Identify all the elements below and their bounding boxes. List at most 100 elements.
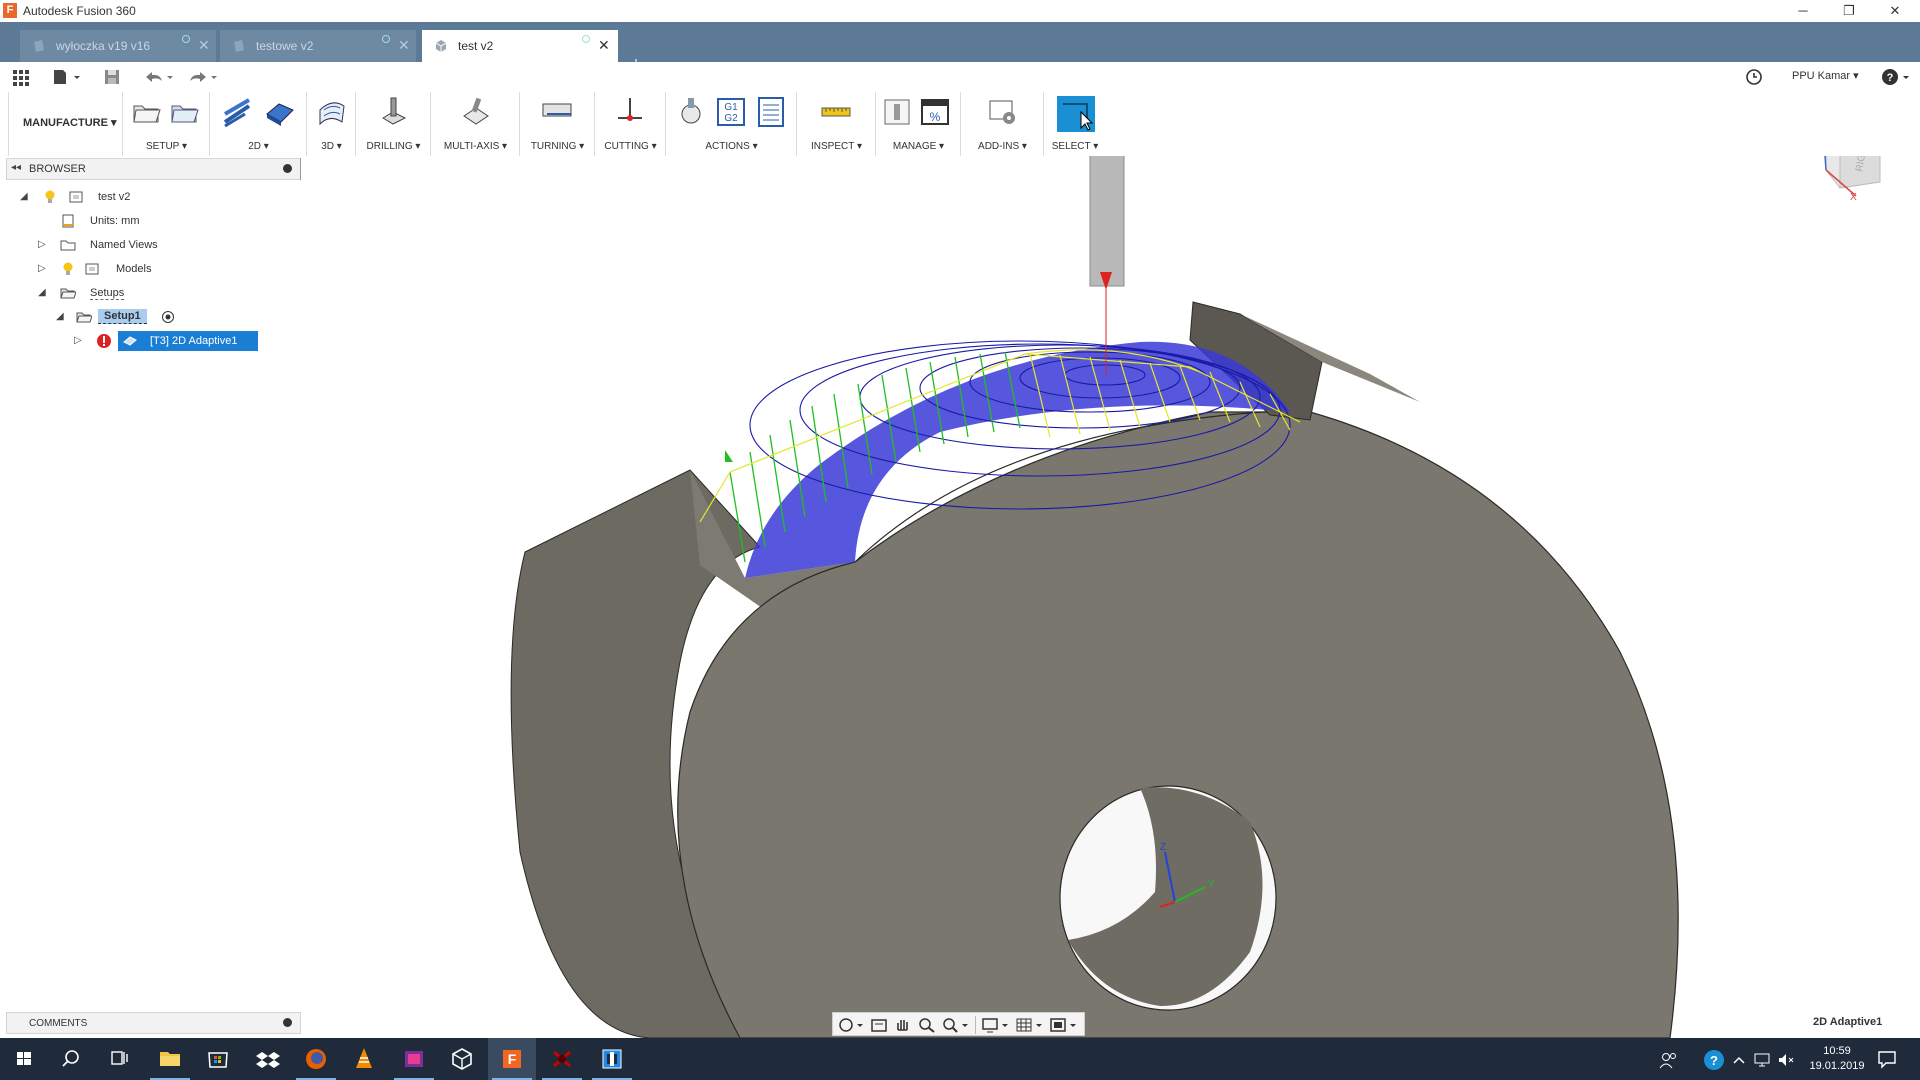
orbit-icon[interactable]: [837, 1016, 867, 1034]
lightbulb-icon[interactable]: [42, 189, 58, 205]
search-icon[interactable]: [48, 1038, 96, 1080]
user-account-menu[interactable]: PPU Kamar ▾: [1792, 69, 1859, 82]
expand-triangle-icon[interactable]: ▷: [74, 335, 82, 346]
redo-icon[interactable]: [186, 67, 220, 87]
workspace-label[interactable]: MANUFACTURE ▾: [23, 116, 117, 129]
collapse-triangle-icon[interactable]: ◢: [20, 191, 28, 202]
people-icon[interactable]: [1658, 1050, 1680, 1070]
tree-label[interactable]: Units: mm: [90, 215, 140, 227]
help-icon[interactable]: ?: [1880, 67, 1914, 87]
manage-group[interactable]: % MANAGE ▾: [877, 92, 961, 156]
scripts-addins-icon[interactable]: [987, 96, 1019, 128]
network-icon[interactable]: [1752, 1050, 1772, 1070]
activate-setup-icon[interactable]: [160, 309, 176, 325]
tree-label[interactable]: Setup1: [98, 309, 147, 324]
tree-label[interactable]: [T3] 2D Adaptive1: [150, 335, 237, 347]
drill-icon[interactable]: [377, 96, 409, 128]
2d-adaptive-icon[interactable]: [221, 96, 253, 128]
browser-options-icon[interactable]: [283, 164, 292, 173]
collapse-browser-icon[interactable]: ◂◂: [11, 162, 21, 173]
drilling-group-label[interactable]: DRILLING ▾: [357, 141, 430, 152]
turning-group-label[interactable]: TURNING ▾: [521, 141, 594, 152]
file-explorer-taskbar-button[interactable]: [146, 1038, 194, 1080]
setup-group-label[interactable]: SETUP ▾: [124, 141, 209, 152]
collapse-triangle-icon[interactable]: ◢: [38, 287, 46, 298]
tool-library-icon[interactable]: [881, 96, 913, 128]
action-center-icon[interactable]: [1876, 1049, 1898, 1069]
3d-group[interactable]: 3D ▾: [308, 92, 356, 156]
measure-icon[interactable]: [820, 96, 852, 128]
inspect-group-label[interactable]: INSPECT ▾: [798, 141, 875, 152]
firefox-taskbar-button[interactable]: [292, 1038, 340, 1080]
file-menu-icon[interactable]: [52, 67, 82, 87]
tree-models[interactable]: ▷ Models: [18, 259, 218, 279]
lightbulb-icon[interactable]: [60, 261, 76, 277]
task-view-icon[interactable]: [96, 1038, 144, 1080]
turning-group[interactable]: TURNING ▾: [521, 92, 595, 156]
display-settings-icon[interactable]: [981, 1016, 1011, 1034]
drilling-group[interactable]: DRILLING ▾: [357, 92, 431, 156]
virtualbox-icon[interactable]: [438, 1038, 486, 1080]
tree-setups[interactable]: ◢ Setups: [18, 283, 218, 303]
save-icon[interactable]: [102, 67, 122, 87]
cutting-group[interactable]: CUTTING ▾: [596, 92, 666, 156]
post-process-icon[interactable]: G1G2: [715, 96, 747, 128]
pan-hand-icon[interactable]: [893, 1016, 913, 1034]
expand-triangle-icon[interactable]: ▷: [38, 263, 46, 274]
select-group-label[interactable]: SELECT ▾: [1045, 141, 1105, 152]
tree-root[interactable]: ◢ test v2: [18, 187, 218, 207]
close-tab-icon[interactable]: ✕: [398, 37, 410, 54]
multi-axis-group-label[interactable]: MULTI-AXIS ▾: [432, 141, 519, 152]
browser-resize-handle[interactable]: [300, 158, 301, 180]
viewports-icon[interactable]: [1049, 1016, 1079, 1034]
tree-setup1[interactable]: ◢ Setup1: [18, 307, 218, 327]
undo-icon[interactable]: [142, 67, 176, 87]
expand-triangle-icon[interactable]: ▷: [38, 239, 46, 250]
zoom-icon[interactable]: [917, 1016, 937, 1034]
select-group[interactable]: SELECT ▾: [1045, 92, 1105, 156]
close-tab-icon[interactable]: ✕: [198, 37, 210, 54]
turning-icon[interactable]: [541, 96, 573, 128]
system-clock[interactable]: 10:59 19.01.2019: [1807, 1044, 1867, 1074]
fusion360-taskbar-button[interactable]: F: [488, 1038, 536, 1080]
close-window-button[interactable]: ✕: [1872, 0, 1918, 22]
add-comment-icon[interactable]: [283, 1018, 292, 1027]
stock-setup-icon[interactable]: [168, 96, 200, 128]
close-tab-icon[interactable]: ✕: [598, 37, 610, 54]
new-setup-icon[interactable]: [130, 96, 162, 128]
tree-label[interactable]: Named Views: [90, 239, 158, 251]
volume-muted-icon[interactable]: [1776, 1050, 1796, 1070]
add-ins-group-label[interactable]: ADD-INS ▾: [962, 141, 1043, 152]
selected-operation-highlight[interactable]: [T3] 2D Adaptive1: [118, 331, 258, 351]
grid-settings-icon[interactable]: [1015, 1016, 1045, 1034]
2d-pocket-icon[interactable]: [263, 96, 295, 128]
tree-label[interactable]: test v2: [98, 191, 130, 203]
tab-testowe[interactable]: testowe v2 ✕: [220, 30, 416, 62]
cad-app-taskbar-button[interactable]: [538, 1038, 586, 1080]
windows-start-icon[interactable]: [0, 1038, 48, 1080]
multi-axis-group[interactable]: MULTI-AXIS ▾: [432, 92, 520, 156]
media-app-taskbar-button[interactable]: [390, 1038, 438, 1080]
setup-group[interactable]: SETUP ▾: [124, 92, 210, 156]
collapse-triangle-icon[interactable]: ◢: [56, 311, 64, 322]
tree-label[interactable]: Setups: [90, 287, 125, 300]
app-taskbar-button[interactable]: [588, 1038, 636, 1080]
workspace-switcher[interactable]: MANUFACTURE ▾: [8, 92, 123, 156]
dropbox-icon[interactable]: [244, 1038, 292, 1080]
multi-axis-icon[interactable]: [460, 96, 492, 128]
store-icon[interactable]: [194, 1038, 242, 1080]
browser-panel-header[interactable]: ◂◂ BROWSER: [6, 158, 301, 180]
minimize-button[interactable]: ─: [1780, 0, 1826, 22]
restore-button[interactable]: ❐: [1826, 0, 1872, 22]
2d-group-label[interactable]: 2D ▾: [211, 141, 306, 152]
tab-test-v2[interactable]: test v2 ✕: [422, 30, 618, 62]
inspect-group[interactable]: INSPECT ▾: [798, 92, 876, 156]
actions-group[interactable]: G1 G2 ACTIONS ▾: [667, 92, 797, 156]
3d-group-label[interactable]: 3D ▾: [308, 141, 355, 152]
actions-group-label[interactable]: ACTIONS ▾: [667, 141, 796, 152]
tree-units[interactable]: Units: mm: [18, 211, 218, 231]
tree-operation-2d-adaptive[interactable]: ▷ [T3] 2D Adaptive1: [18, 331, 258, 351]
simulate-icon[interactable]: [675, 96, 707, 128]
fit-zoom-icon[interactable]: [941, 1016, 971, 1034]
post-library-icon[interactable]: %: [919, 96, 951, 128]
